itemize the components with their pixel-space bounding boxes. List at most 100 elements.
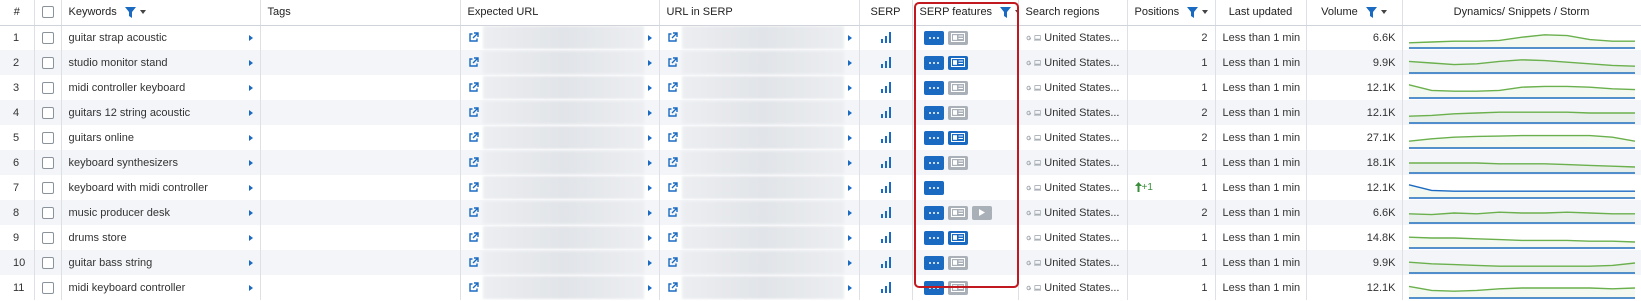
expand-arrow-icon[interactable]: [248, 34, 253, 41]
serp-features-cell[interactable]: [912, 275, 1019, 300]
external-link-icon[interactable]: [667, 32, 678, 43]
col-search-regions-header[interactable]: Search regions: [1018, 0, 1128, 26]
url-in-serp-cell[interactable]: [659, 125, 860, 150]
col-keywords-header[interactable]: Keywords: [61, 0, 261, 26]
filter-icon[interactable]: [1365, 6, 1377, 18]
tags-cell[interactable]: [260, 225, 461, 250]
url-in-serp-cell[interactable]: [659, 250, 860, 275]
keyword-cell[interactable]: drums store: [61, 225, 261, 250]
tags-cell[interactable]: [260, 125, 461, 150]
featured-snippet-icon[interactable]: [947, 155, 968, 170]
keyword-text[interactable]: studio monitor stand: [69, 57, 168, 69]
keyword-text[interactable]: keyboard with midi controller: [69, 182, 208, 194]
external-link-icon[interactable]: [468, 182, 479, 193]
col-positions-header[interactable]: Positions: [1127, 0, 1216, 26]
serp-features-cell[interactable]: [912, 150, 1019, 175]
row-checkbox[interactable]: [41, 281, 54, 294]
keyword-cell[interactable]: music producer desk: [61, 200, 261, 225]
table-row[interactable]: 9 drums store United States... 1 Less th…: [0, 225, 1641, 250]
keyword-text[interactable]: midi keyboard controller: [69, 282, 186, 294]
tags-cell[interactable]: [260, 250, 461, 275]
expand-arrow-icon[interactable]: [248, 59, 253, 66]
col-serp-header[interactable]: SERP: [859, 0, 913, 26]
serp-features-cell[interactable]: [912, 25, 1019, 50]
serp-features-cell[interactable]: [912, 50, 1019, 75]
select-all-header[interactable]: [34, 0, 62, 26]
serp-cell[interactable]: [859, 125, 913, 150]
featured-snippet-icon[interactable]: [947, 130, 968, 145]
dynamics-sparkline[interactable]: [1407, 177, 1637, 199]
expand-arrow-icon[interactable]: [248, 259, 253, 266]
keyword-text[interactable]: keyboard synthesizers: [69, 157, 178, 169]
dynamics-sparkline[interactable]: [1407, 127, 1637, 149]
table-row[interactable]: 10 guitar bass string United States... 1…: [0, 250, 1641, 275]
filter-icon[interactable]: [1187, 6, 1199, 18]
keyword-text[interactable]: music producer desk: [69, 207, 171, 219]
more-features-button[interactable]: [923, 155, 944, 170]
serp-bars-icon[interactable]: [880, 282, 892, 293]
expand-arrow-icon[interactable]: [647, 134, 652, 141]
table-row[interactable]: 5 guitars online United States... 2 Less…: [0, 125, 1641, 150]
serp-bars-icon[interactable]: [880, 182, 892, 193]
table-row[interactable]: 6 keyboard synthesizers United States...…: [0, 150, 1641, 175]
dynamics-sparkline[interactable]: [1407, 27, 1637, 49]
filter-icon[interactable]: [1000, 6, 1012, 18]
tags-cell[interactable]: [260, 75, 461, 100]
row-select[interactable]: [34, 25, 62, 50]
more-features-button[interactable]: [923, 55, 944, 70]
row-checkbox[interactable]: [41, 156, 54, 169]
more-features-button[interactable]: [923, 230, 944, 245]
table-row[interactable]: 2 studio monitor stand United States... …: [0, 50, 1641, 75]
more-features-button[interactable]: [923, 30, 944, 45]
url-in-serp-cell[interactable]: [659, 225, 860, 250]
serp-cell[interactable]: [859, 75, 913, 100]
dynamics-sparkline[interactable]: [1407, 52, 1637, 74]
external-link-icon[interactable]: [468, 82, 479, 93]
serp-features-cell[interactable]: [912, 125, 1019, 150]
expected-url-cell[interactable]: [460, 25, 660, 50]
external-link-icon[interactable]: [468, 32, 479, 43]
row-select[interactable]: [34, 100, 62, 125]
external-link-icon[interactable]: [667, 182, 678, 193]
expand-arrow-icon[interactable]: [847, 159, 852, 166]
dynamics-cell[interactable]: [1402, 250, 1641, 275]
external-link-icon[interactable]: [667, 282, 678, 293]
keyword-cell[interactable]: midi keyboard controller: [61, 275, 261, 300]
url-in-serp-cell[interactable]: [659, 100, 860, 125]
col-volume-header[interactable]: Volume: [1306, 0, 1403, 26]
serp-features-cell[interactable]: [912, 75, 1019, 100]
expected-url-cell[interactable]: [460, 125, 660, 150]
more-features-button[interactable]: [923, 105, 944, 120]
sort-down-icon[interactable]: [1202, 10, 1209, 15]
row-checkbox[interactable]: [41, 231, 54, 244]
serp-cell[interactable]: [859, 100, 913, 125]
url-in-serp-cell[interactable]: [659, 175, 860, 200]
serp-features-cell[interactable]: [912, 250, 1019, 275]
col-url-in-serp-header[interactable]: URL in SERP: [659, 0, 860, 26]
keyword-text[interactable]: midi controller keyboard: [69, 82, 186, 94]
expand-arrow-icon[interactable]: [248, 234, 253, 241]
external-link-icon[interactable]: [667, 207, 678, 218]
url-in-serp-cell[interactable]: [659, 150, 860, 175]
tags-cell[interactable]: [260, 200, 461, 225]
serp-features-cell[interactable]: [912, 100, 1019, 125]
tags-cell[interactable]: [260, 25, 461, 50]
external-link-icon[interactable]: [667, 232, 678, 243]
serp-cell[interactable]: [859, 175, 913, 200]
external-link-icon[interactable]: [667, 57, 678, 68]
expand-arrow-icon[interactable]: [248, 284, 253, 291]
dynamics-sparkline[interactable]: [1407, 227, 1637, 249]
keyword-text[interactable]: drums store: [69, 232, 127, 244]
tags-cell[interactable]: [260, 50, 461, 75]
row-select[interactable]: [34, 150, 62, 175]
expand-arrow-icon[interactable]: [847, 284, 852, 291]
table-row[interactable]: 7 keyboard with midi controller United S…: [0, 175, 1641, 200]
dynamics-sparkline[interactable]: [1407, 277, 1637, 299]
expand-arrow-icon[interactable]: [248, 159, 253, 166]
external-link-icon[interactable]: [468, 107, 479, 118]
row-checkbox[interactable]: [41, 206, 54, 219]
keyword-text[interactable]: guitar strap acoustic: [69, 32, 167, 44]
expand-arrow-icon[interactable]: [647, 159, 652, 166]
featured-snippet-icon[interactable]: [947, 30, 968, 45]
dynamics-cell[interactable]: [1402, 75, 1641, 100]
